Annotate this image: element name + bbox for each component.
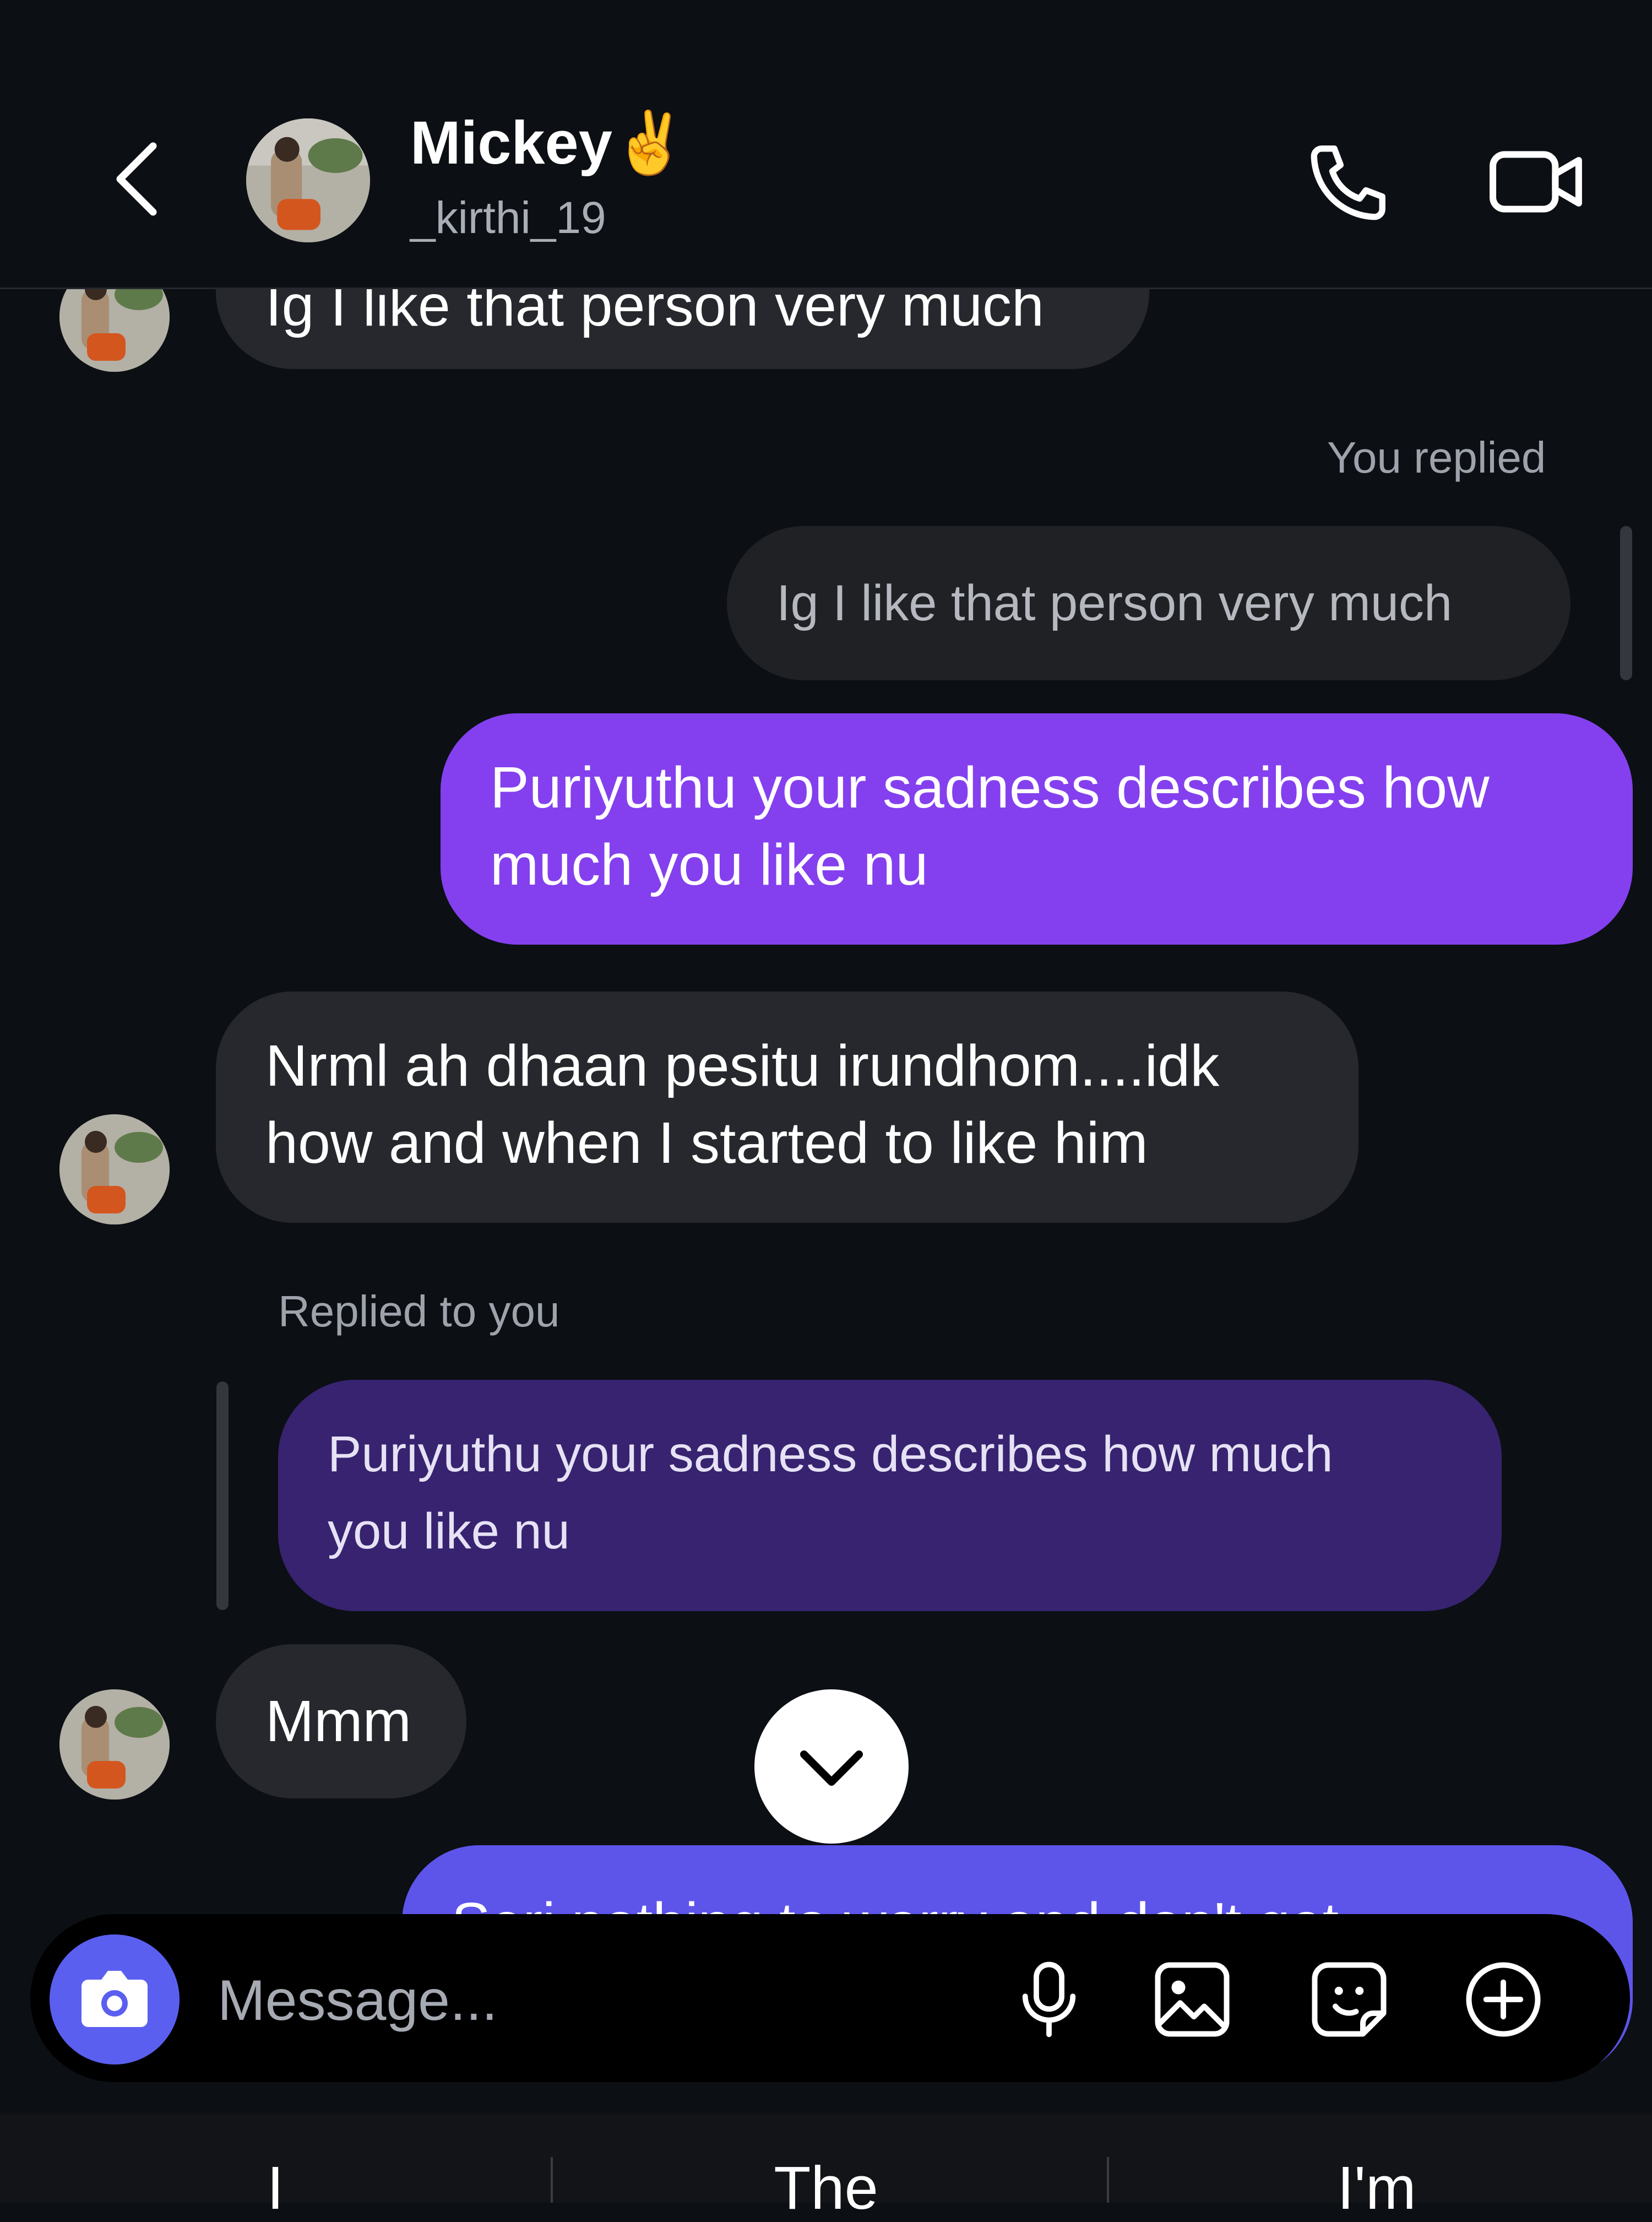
incoming-message-bubble[interactable]: Nrml ah dhaan pesitu irundhom....idk how… xyxy=(216,991,1358,1223)
contact-name[interactable]: Mickey✌️ xyxy=(410,113,688,174)
quoted-message-bubble[interactable]: Ig I like that person very much xyxy=(727,526,1571,680)
message-text-line: Puriyuthu your sadness describes how xyxy=(490,755,1490,820)
keyboard-suggestion-bar: I The I'm xyxy=(0,2114,1652,2219)
message-text-line: how and when I started to like him xyxy=(265,1110,1148,1175)
sender-avatar[interactable] xyxy=(59,1689,170,1800)
audio-call-button[interactable] xyxy=(1302,135,1396,229)
back-chevron-icon xyxy=(116,142,157,216)
message-composer: Message... xyxy=(30,1914,1630,2082)
message-text: Mmm xyxy=(265,1689,411,1754)
message-text-line: Nrml ah dhaan pesitu irundhom....idk xyxy=(265,1033,1220,1098)
suggestion-2[interactable]: The xyxy=(551,2158,1101,2219)
phone-icon xyxy=(1311,145,1385,220)
video-call-button[interactable] xyxy=(1487,135,1589,229)
sender-avatar[interactable] xyxy=(59,1114,170,1224)
message-input[interactable]: Message... xyxy=(218,1972,498,2029)
contact-avatar[interactable] xyxy=(246,118,370,242)
quoted-text-line: Puriyuthu your sadness describes how muc… xyxy=(328,1426,1333,1482)
gallery-icon[interactable] xyxy=(1151,1958,1233,2041)
quoted-text: Ig I like that person very much xyxy=(776,575,1453,631)
reply-indicator-bar xyxy=(216,1381,229,1610)
contact-username[interactable]: _kirthi_19 xyxy=(410,196,606,241)
avatar-photo xyxy=(246,118,370,242)
scroll-to-bottom-button[interactable] xyxy=(754,1689,909,1844)
sticker-icon[interactable] xyxy=(1308,1958,1390,2041)
you-replied-label: You replied xyxy=(1327,433,1546,482)
quoted-message-bubble[interactable]: Puriyuthu your sadness describes how muc… xyxy=(278,1380,1502,1611)
camera-icon xyxy=(81,1971,148,2027)
microphone-icon[interactable] xyxy=(1010,1958,1088,2041)
video-camera-icon xyxy=(1490,151,1582,213)
camera-button[interactable] xyxy=(50,1934,180,2064)
chat-header: Mickey✌️ _kirthi_19 xyxy=(0,0,1652,289)
message-text-line: much you like nu xyxy=(490,832,928,897)
reply-indicator-bar xyxy=(1620,526,1632,680)
quoted-text-line: you like nu xyxy=(328,1503,570,1559)
back-button[interactable] xyxy=(105,135,165,223)
outgoing-message-bubble[interactable]: Puriyuthu your sadness describes how muc… xyxy=(441,713,1633,945)
incoming-message-bubble[interactable]: Mmm xyxy=(216,1644,466,1798)
replied-to-you-label: Replied to you xyxy=(278,1287,560,1336)
chevron-down-icon xyxy=(800,1750,863,1786)
suggestion-1[interactable]: I xyxy=(0,2158,551,2219)
add-icon[interactable] xyxy=(1462,1958,1545,2041)
suggestion-3[interactable]: I'm xyxy=(1101,2158,1652,2219)
